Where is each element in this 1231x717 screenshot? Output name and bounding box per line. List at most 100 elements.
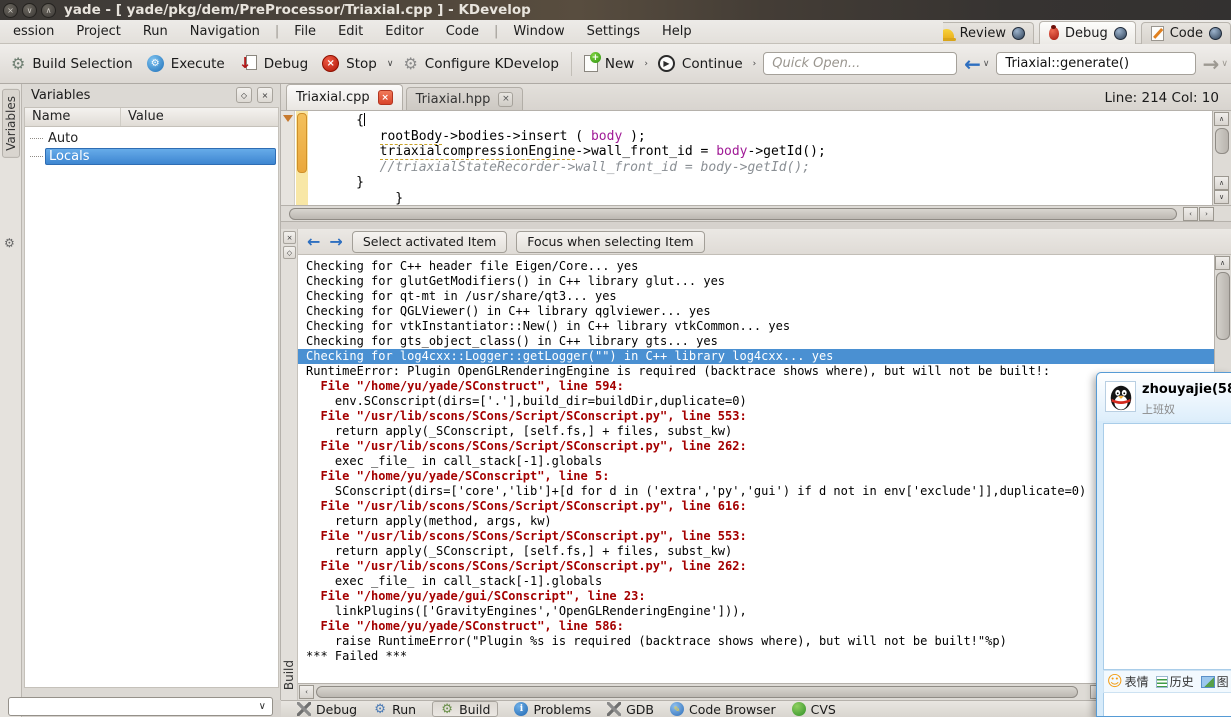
build-dock-label[interactable]: Build bbox=[282, 660, 296, 690]
build-output-line[interactable]: File "/home/yu/yade/SConstruct", line 59… bbox=[306, 379, 1214, 394]
menu-item-run[interactable]: Run bbox=[132, 22, 179, 41]
navigate-forward-button[interactable]: → ∨ bbox=[1203, 54, 1228, 74]
build-output-line[interactable]: return apply(_SConscript, [self.fs,] + f… bbox=[306, 544, 1214, 559]
scroll-up-icon[interactable]: ∧ bbox=[1215, 256, 1230, 270]
working-set-icon[interactable] bbox=[1209, 27, 1222, 40]
bottom-tool-debug[interactable]: Debug bbox=[297, 701, 357, 717]
build-output-line[interactable]: raise RuntimeError("Plugin %s is require… bbox=[306, 634, 1214, 649]
qq-chat-window[interactable]: zhouyajie(58 上班奴 ☺表情历史图 bbox=[1096, 372, 1231, 717]
scroll-left-icon[interactable]: ‹ bbox=[1183, 207, 1198, 221]
build-horizontal-scrollbar[interactable]: ‹ › bbox=[298, 683, 1214, 700]
area-button-review[interactable]: Review bbox=[943, 22, 1034, 44]
menu-item-ession[interactable]: ession bbox=[2, 22, 65, 41]
build-output-line[interactable]: RuntimeError: Plugin OpenGLRenderingEngi… bbox=[306, 364, 1214, 379]
navigate-back-button[interactable]: ← ∨ bbox=[964, 54, 989, 74]
quick-open-input[interactable] bbox=[763, 52, 957, 75]
build-selection-button[interactable]: ⚙ Build Selection bbox=[4, 52, 140, 76]
build-output-line[interactable]: Checking for C++ header file Eigen/Core.… bbox=[306, 259, 1214, 274]
continue-button[interactable]: ▶ Continue bbox=[651, 51, 750, 76]
area-button-debug[interactable]: Debug bbox=[1039, 21, 1136, 44]
code-lines[interactable]: { rootBody->bodies->insert ( body ); tri… bbox=[308, 111, 1212, 205]
build-output-line[interactable]: env.SConscript(dirs=['.'],build_dir=buil… bbox=[306, 394, 1214, 409]
chevron-down-icon[interactable]: ∨ bbox=[983, 59, 990, 69]
bottom-tool-cvs[interactable]: CVS bbox=[792, 701, 836, 717]
scrollbar-thumb[interactable] bbox=[289, 208, 1177, 220]
menu-item-edit[interactable]: Edit bbox=[327, 22, 374, 41]
build-output-line[interactable]: Checking for log4cxx::Logger::getLogger(… bbox=[298, 349, 1214, 364]
editor-horizontal-scrollbar[interactable]: ‹ › bbox=[281, 205, 1231, 222]
build-output-line[interactable]: File "/usr/lib/scons/SCons/Script/SConsc… bbox=[306, 439, 1214, 454]
tab-triaxial-cpp[interactable]: Triaxial.cpp × bbox=[286, 84, 403, 110]
build-output-line[interactable]: Checking for vtkInstantiator::New() in C… bbox=[306, 319, 1214, 334]
variables-row-auto[interactable]: Auto bbox=[25, 129, 278, 147]
scrollbar-thumb[interactable] bbox=[1215, 128, 1229, 154]
qq-chat-area[interactable] bbox=[1103, 423, 1231, 670]
scroll-right-icon[interactable]: › bbox=[1199, 207, 1214, 221]
build-output-line[interactable]: File "/home/yu/yade/gui/SConscript", lin… bbox=[306, 589, 1214, 604]
build-output-line[interactable]: Checking for QGLViewer() in C++ library … bbox=[306, 304, 1214, 319]
dock-button-variables[interactable]: Variables bbox=[2, 89, 20, 158]
window-close-icon[interactable]: × bbox=[3, 3, 18, 18]
panel-splitter[interactable] bbox=[281, 222, 1231, 229]
qq-tool-image[interactable]: 图 bbox=[1201, 673, 1229, 690]
build-output-line[interactable]: SConscript(dirs=['core','lib']+[d for d … bbox=[306, 484, 1214, 499]
build-output-line[interactable]: Checking for gts_object_class() in C++ l… bbox=[306, 334, 1214, 349]
chevron-down-icon[interactable]: ∨ bbox=[387, 59, 394, 69]
working-set-icon[interactable] bbox=[1114, 27, 1127, 40]
close-panel-icon[interactable]: × bbox=[257, 87, 273, 103]
build-output-line[interactable]: exec _file_ in call_stack[-1].globals bbox=[306, 574, 1214, 589]
build-output-lines[interactable]: Checking for C++ header file Eigen/Core.… bbox=[298, 255, 1214, 683]
build-output-line[interactable]: linkPlugins(['GravityEngines','OpenGLRen… bbox=[306, 604, 1214, 619]
detach-panel-icon[interactable]: ◇ bbox=[236, 87, 252, 103]
menu-item-navigation[interactable]: Navigation bbox=[179, 22, 271, 41]
close-tab-icon[interactable]: × bbox=[378, 90, 393, 105]
build-output-line[interactable]: File "/usr/lib/scons/SCons/Script/SConsc… bbox=[306, 499, 1214, 514]
qq-input-area[interactable] bbox=[1103, 693, 1231, 716]
build-output-line[interactable]: File "/usr/lib/scons/SCons/Script/SConsc… bbox=[306, 559, 1214, 574]
select-activated-item-button[interactable]: Select activated Item bbox=[352, 231, 507, 253]
build-output-line[interactable]: exec _file_ in call_stack[-1].globals bbox=[306, 454, 1214, 469]
build-output-line[interactable]: File "/home/yu/yade/SConscript", line 5: bbox=[306, 469, 1214, 484]
detach-panel-icon[interactable]: ◇ bbox=[283, 246, 296, 259]
debug-button[interactable]: ↓ Debug bbox=[232, 51, 315, 76]
bottom-tool-problems[interactable]: iProblems bbox=[514, 701, 591, 717]
build-output-line[interactable]: return apply(method, args, kw) bbox=[306, 514, 1214, 529]
qq-header[interactable]: zhouyajie(58 上班奴 bbox=[1097, 373, 1231, 421]
menu-item-file[interactable]: File bbox=[283, 22, 327, 41]
new-button[interactable]: + New bbox=[577, 51, 641, 76]
menu-item-settings[interactable]: Settings bbox=[576, 22, 651, 41]
symbol-navigation-combo[interactable]: Triaxial::generate() bbox=[996, 52, 1195, 75]
chevron-right-icon[interactable]: › bbox=[644, 59, 648, 69]
menu-item-project[interactable]: Project bbox=[65, 22, 131, 41]
variables-filter-combo[interactable]: ∨ bbox=[8, 697, 273, 716]
scroll-down-icon[interactable]: ∨ bbox=[1214, 190, 1229, 204]
menu-item-code[interactable]: Code bbox=[435, 22, 490, 41]
menu-item-window[interactable]: Window bbox=[502, 22, 575, 41]
qq-tool-smiley[interactable]: ☺表情 bbox=[1107, 673, 1149, 690]
scroll-up-icon[interactable]: ∧ bbox=[1214, 176, 1229, 190]
bottom-tool-code-browser[interactable]: ✎Code Browser bbox=[670, 701, 776, 717]
build-output-line[interactable]: return apply(_SConscript, [self.fs,] + f… bbox=[306, 424, 1214, 439]
next-item-icon[interactable]: → bbox=[329, 234, 342, 250]
configure-kdevelop-button[interactable]: ⚙ Configure KDevelop bbox=[396, 52, 566, 76]
area-button-code[interactable]: Code bbox=[1141, 22, 1231, 44]
window-maximize-icon[interactable]: ∧ bbox=[41, 3, 56, 18]
column-header-value[interactable]: Value bbox=[121, 108, 164, 126]
menu-item-editor[interactable]: Editor bbox=[374, 22, 434, 41]
window-shade-icon[interactable]: ∨ bbox=[22, 3, 37, 18]
fold-marker-icon[interactable] bbox=[283, 115, 293, 122]
build-output-line[interactable]: Checking for qt-mt in /usr/share/qt3... … bbox=[306, 289, 1214, 304]
chevron-right-icon[interactable]: › bbox=[753, 59, 757, 69]
column-header-name[interactable]: Name bbox=[25, 108, 121, 126]
focus-when-selecting-button[interactable]: Focus when selecting Item bbox=[516, 231, 704, 253]
bottom-tool-run[interactable]: ⚙Run bbox=[373, 701, 416, 717]
variables-row-locals[interactable]: Locals bbox=[25, 147, 278, 165]
menu-item-help[interactable]: Help bbox=[651, 22, 703, 41]
build-output-line[interactable]: File "/usr/lib/scons/SCons/Script/SConsc… bbox=[306, 529, 1214, 544]
qq-tool-history[interactable]: 历史 bbox=[1156, 673, 1194, 690]
scrollbar-thumb[interactable] bbox=[316, 686, 1078, 698]
bottom-tool-gdb[interactable]: GDB bbox=[607, 701, 654, 717]
working-set-icon[interactable] bbox=[1012, 27, 1025, 40]
build-output-line[interactable]: File "/home/yu/yade/SConstruct", line 58… bbox=[306, 619, 1214, 634]
close-panel-icon[interactable]: × bbox=[283, 231, 296, 244]
